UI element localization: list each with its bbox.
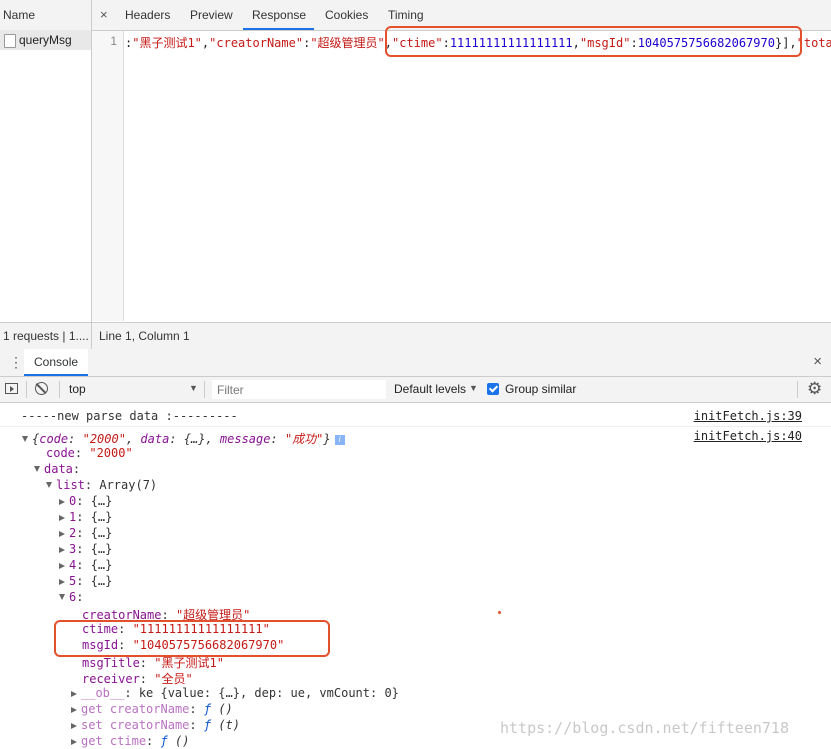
list-item[interactable]: 3: {…} xyxy=(59,542,112,556)
expand-arrow-icon[interactable] xyxy=(22,436,28,442)
expand-arrow-icon[interactable] xyxy=(59,499,65,505)
prop-data[interactable]: data: xyxy=(34,462,80,476)
expand-arrow-icon[interactable] xyxy=(71,739,77,745)
expand-arrow-icon[interactable] xyxy=(34,466,40,472)
response-token: "黑子测试1" xyxy=(132,36,202,50)
close-detail-icon[interactable]: × xyxy=(100,7,108,22)
active-tab-indicator xyxy=(243,28,314,30)
context-selector[interactable]: top xyxy=(69,382,86,396)
expand-arrow-icon[interactable] xyxy=(71,691,77,697)
name-header-label: Name xyxy=(3,8,36,22)
expand-arrow-icon[interactable] xyxy=(59,579,65,585)
group-similar-label[interactable]: Group similar xyxy=(505,382,576,396)
log-levels-dropdown[interactable]: Default levels xyxy=(394,382,466,396)
group-similar-checkbox[interactable] xyxy=(487,383,499,395)
toolbar-divider xyxy=(797,381,798,398)
object-summary[interactable]: {code: "2000", data: {…}, message: "成功"}… xyxy=(22,430,345,447)
prop-accessor[interactable]: get ctime: ƒ () xyxy=(71,734,189,748)
watermark: https://blog.csdn.net/fifteen718 xyxy=(500,719,789,737)
tab-headers[interactable]: Headers xyxy=(125,8,170,22)
chevron-down-icon[interactable]: ▼ xyxy=(189,383,198,393)
request-summary: 1 requests | 1.... xyxy=(3,329,89,343)
console-output[interactable]: -----new parse data :--------- initFetch… xyxy=(0,403,831,749)
toolbar-divider xyxy=(204,381,205,398)
request-name: queryMsg xyxy=(19,33,72,47)
gear-icon[interactable]: ⚙ xyxy=(807,379,822,399)
expand-arrow-icon[interactable] xyxy=(59,594,65,600)
sidebar-toggle-icon[interactable] xyxy=(5,383,18,394)
expand-arrow-icon[interactable] xyxy=(59,563,65,569)
tab-response[interactable]: Response xyxy=(252,8,306,22)
annotation-dot xyxy=(498,611,501,614)
status-divider xyxy=(91,323,92,349)
tab-timing[interactable]: Timing xyxy=(388,8,424,22)
tab-console[interactable]: Console xyxy=(24,349,88,376)
prop-accessor[interactable]: set creatorName: ƒ (t) xyxy=(71,718,240,732)
line-gutter: 1 xyxy=(92,31,124,321)
request-list: Name queryMsg xyxy=(0,0,92,322)
toolbar-divider xyxy=(59,381,60,398)
status-bar: 1 requests | 1.... Line 1, Column 1 xyxy=(0,322,831,349)
name-column-header[interactable]: Name xyxy=(0,0,91,31)
list-item[interactable]: 0: {…} xyxy=(59,494,112,508)
list-item-expanded[interactable]: 6: xyxy=(59,590,83,604)
drawer-menu-icon[interactable]: ⋮ xyxy=(9,354,23,371)
document-icon xyxy=(4,34,16,48)
drawer-tab-bar: ⋮ Console × xyxy=(0,349,831,377)
expand-arrow-icon[interactable] xyxy=(71,707,77,713)
cursor-position: Line 1, Column 1 xyxy=(99,329,190,343)
response-viewer[interactable]: 1 :"黑子测试1","creatorName":"超级管理员","ctime"… xyxy=(92,31,831,321)
highlight-box-console xyxy=(54,620,330,657)
log-message: -----new parse data :--------- xyxy=(21,409,238,423)
console-toolbar: top ▼ Default levels ▼ Group similar ⚙ xyxy=(0,377,831,403)
response-token: "creatorName" xyxy=(209,36,304,50)
list-item[interactable]: 2: {…} xyxy=(59,526,112,540)
expand-arrow-icon[interactable] xyxy=(59,515,65,521)
console-tab-label: Console xyxy=(34,355,79,369)
response-token: "超级管理员" xyxy=(310,36,385,50)
prop-code: code: "2000" xyxy=(46,446,133,460)
request-row-querymsg[interactable]: queryMsg xyxy=(0,30,91,50)
close-drawer-icon[interactable]: × xyxy=(813,353,822,370)
source-link[interactable]: initFetch.js:39 xyxy=(694,409,802,423)
prop-list[interactable]: list: Array(7) xyxy=(46,478,157,492)
source-link[interactable]: initFetch.js:40 xyxy=(694,429,802,443)
chevron-down-icon[interactable]: ▼ xyxy=(469,383,478,393)
list-item[interactable]: 4: {…} xyxy=(59,558,112,572)
tab-cookies[interactable]: Cookies xyxy=(325,8,368,22)
list-item[interactable]: 1: {…} xyxy=(59,510,112,524)
expand-arrow-icon[interactable] xyxy=(46,482,52,488)
expand-arrow-icon[interactable] xyxy=(59,547,65,553)
toolbar-divider xyxy=(26,381,27,398)
expand-arrow-icon[interactable] xyxy=(59,531,65,537)
info-icon[interactable]: i xyxy=(334,435,345,445)
tab-preview[interactable]: Preview xyxy=(190,8,233,22)
log-divider xyxy=(0,426,831,427)
highlight-box-response xyxy=(385,26,802,57)
prop-accessor[interactable]: get creatorName: ƒ () xyxy=(71,702,233,716)
prop-receiver: receiver: "全员" xyxy=(82,672,193,686)
expand-arrow-icon[interactable] xyxy=(71,723,77,729)
prop-ob[interactable]: __ob__: ke {value: {…}, dep: ue, vmCount… xyxy=(71,686,399,700)
clear-console-icon[interactable] xyxy=(35,382,48,395)
line-number: 1 xyxy=(110,34,117,48)
filter-input[interactable] xyxy=(212,380,386,399)
list-item[interactable]: 5: {…} xyxy=(59,574,112,588)
